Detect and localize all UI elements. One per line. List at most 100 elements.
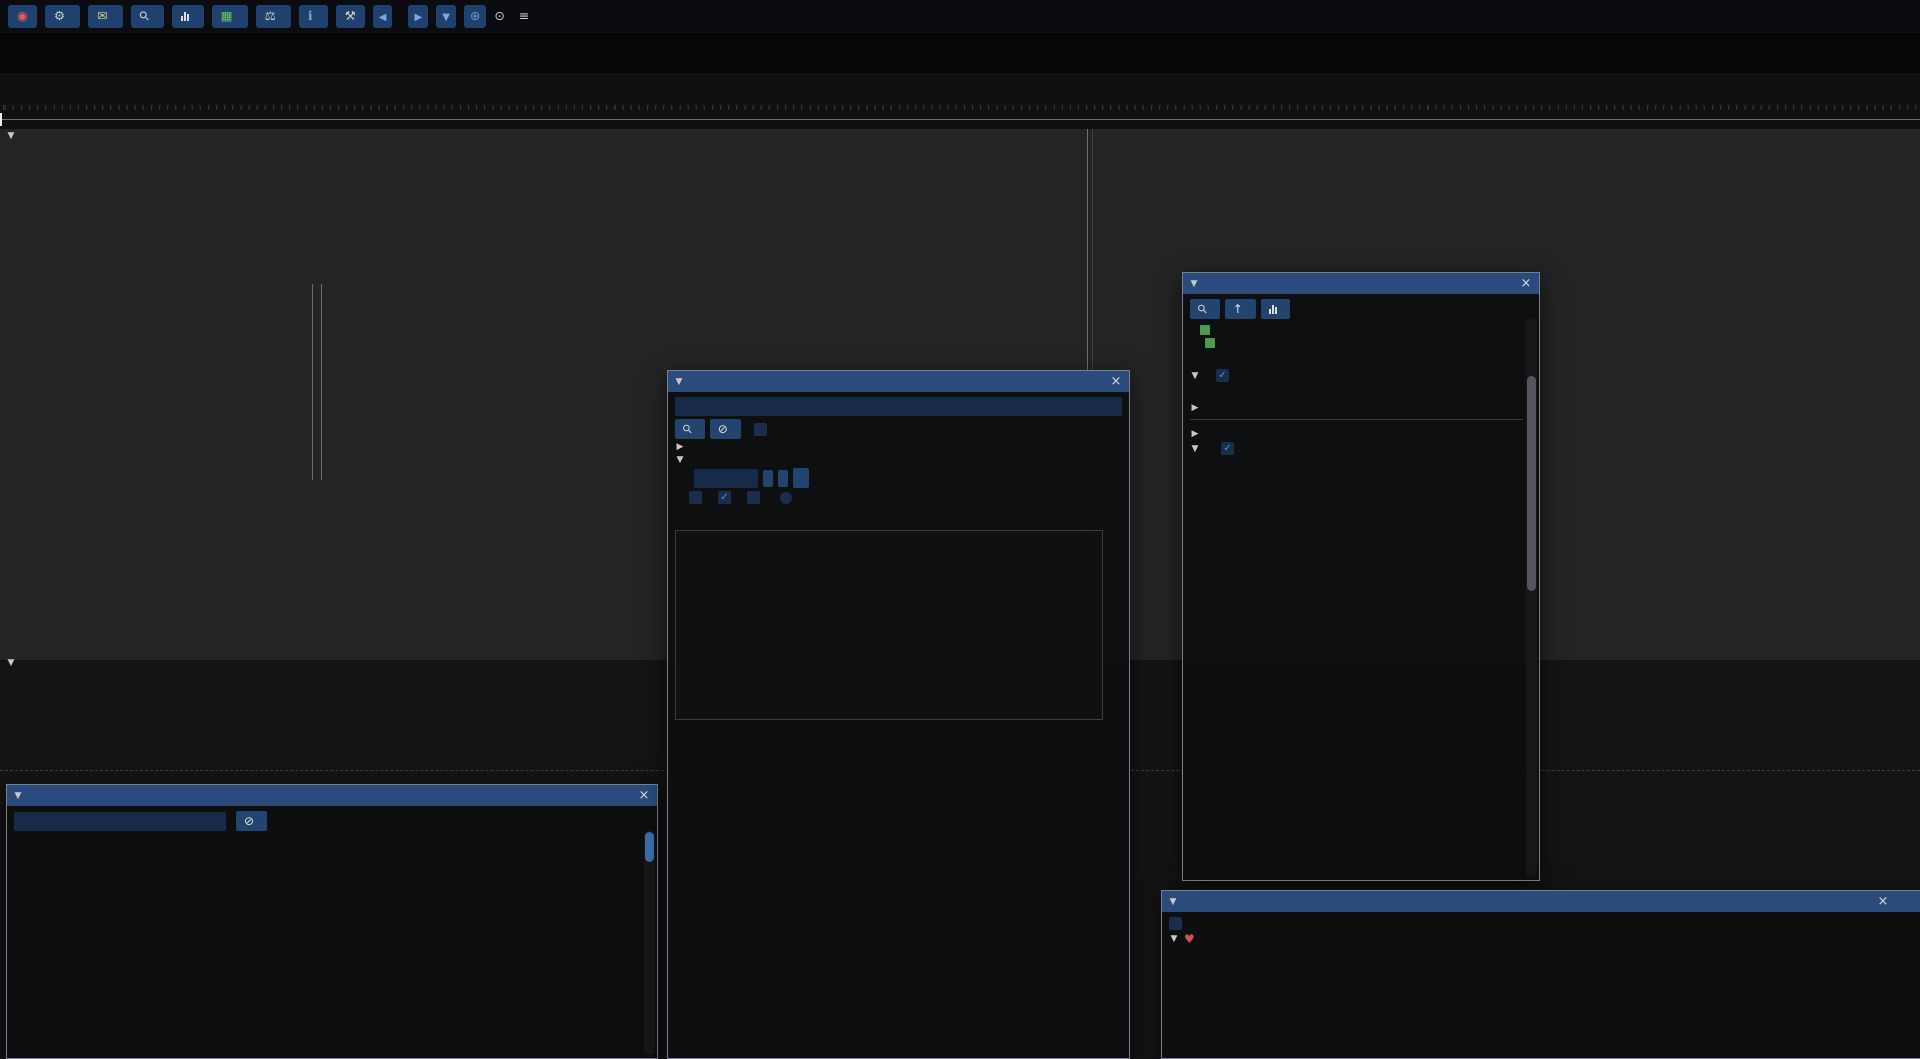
source-color-swatch (1200, 325, 1210, 335)
log-values-checkbox[interactable] (689, 491, 702, 504)
info-button[interactable] (299, 5, 328, 28)
heart-icon (1184, 933, 1195, 945)
search-icon (1198, 303, 1207, 315)
histogram-plot[interactable] (675, 530, 1103, 720)
frame-markers-row[interactable] (0, 110, 1920, 129)
collapse-icon[interactable] (1190, 444, 1200, 454)
frame-select-button[interactable] (436, 5, 456, 28)
collapse-icon[interactable] (675, 455, 685, 465)
zone-statistics-button[interactable] (1261, 299, 1290, 319)
relative-time-checkbox[interactable] (1216, 369, 1229, 382)
right-arrow-icon (414, 10, 422, 23)
time-ruler (0, 73, 1920, 111)
frame-overview-strip[interactable] (0, 33, 1920, 73)
list-icon (519, 10, 529, 23)
statistics-titlebar[interactable]: × (7, 785, 657, 806)
zone-begin-marker (312, 284, 313, 480)
collapse-icon[interactable] (1189, 279, 1199, 289)
zone-end-marker (321, 284, 322, 480)
bar-chart-icon (1269, 304, 1277, 314)
cpu-usage-graph (0, 142, 1920, 172)
left-arrow-icon (379, 10, 387, 23)
frame-line (0, 119, 1920, 120)
capture-time (519, 10, 535, 23)
collapse-icon[interactable] (1190, 403, 1200, 413)
power-icon (17, 10, 28, 23)
zone-info-window: × (1182, 272, 1540, 881)
crosshair-icon (470, 10, 480, 23)
increase-button[interactable] (778, 470, 788, 487)
search-icon (140, 10, 149, 23)
scrollbar-thumb[interactable] (645, 832, 654, 862)
compare-icon (265, 10, 276, 23)
goto-frame-button[interactable] (464, 5, 486, 28)
collapse-icon (6, 131, 16, 141)
close-icon[interactable]: × (1109, 374, 1123, 389)
memory-button[interactable] (212, 5, 248, 28)
compare-button[interactable] (256, 5, 291, 28)
scrollbar[interactable] (644, 830, 655, 1055)
up-arrow-icon (1233, 303, 1243, 315)
collapse-icon[interactable] (1168, 897, 1178, 907)
thread-color-swatch (1205, 338, 1215, 348)
self-time-checkbox[interactable] (780, 492, 792, 504)
messages-icon (97, 10, 107, 23)
decrease-button[interactable] (763, 470, 773, 487)
find-zone-button[interactable] (131, 5, 164, 28)
tools-icon (345, 10, 356, 23)
statistics-window: × (6, 784, 658, 1059)
cpu-data-header[interactable] (6, 131, 22, 141)
search-icon (683, 423, 692, 435)
down-arrow-icon (442, 10, 450, 23)
memory-icon (221, 10, 233, 23)
clear-button[interactable] (710, 419, 741, 439)
collapse-icon[interactable] (1169, 934, 1179, 944)
bar-chart-icon (181, 11, 189, 21)
viewport-time (494, 10, 510, 23)
go-to-parent-button[interactable] (1225, 299, 1256, 319)
histogram-axis (675, 723, 1101, 737)
find-zone-titlebar[interactable]: × (668, 371, 1129, 392)
power-button[interactable] (8, 5, 37, 28)
messages-button[interactable] (88, 5, 122, 28)
collapse-icon[interactable] (13, 791, 23, 801)
collapse-icon[interactable] (1190, 429, 1200, 439)
memory-usage-header[interactable] (6, 658, 28, 668)
collapse-icon[interactable] (675, 442, 685, 452)
ignore-case-checkbox[interactable] (754, 423, 767, 436)
eye-icon (494, 10, 504, 23)
reset-button[interactable] (793, 468, 809, 488)
collapse-icon[interactable] (1190, 371, 1200, 381)
min-bin-input[interactable] (694, 469, 758, 488)
memory-window: × (1161, 890, 1920, 1059)
ban-icon (718, 423, 728, 435)
search-input[interactable] (675, 397, 1122, 416)
find-button[interactable] (675, 419, 705, 439)
collapse-icon (6, 658, 16, 668)
toolbar (0, 0, 1920, 32)
collapse-icon[interactable] (674, 377, 684, 387)
close-icon[interactable]: × (1519, 276, 1533, 291)
scrollbar-thumb[interactable] (1527, 376, 1536, 591)
close-icon[interactable]: × (1876, 894, 1890, 909)
memory-titlebar[interactable]: × (1162, 891, 1920, 912)
next-frame-button[interactable] (408, 5, 428, 28)
scrollbar[interactable] (1526, 318, 1537, 877)
group-children-checkbox[interactable] (1221, 442, 1234, 455)
cumulate-time-checkbox[interactable] (747, 491, 760, 504)
filter-zones-input[interactable] (14, 812, 226, 831)
statistics-button[interactable] (172, 5, 204, 28)
separator (1190, 419, 1523, 420)
zone-info-titlebar[interactable]: × (1183, 273, 1539, 294)
log-time-checkbox[interactable] (718, 491, 731, 504)
ban-icon (244, 815, 254, 827)
info-icon (308, 10, 313, 23)
close-icon[interactable]: × (637, 788, 651, 803)
options-button[interactable] (45, 5, 80, 28)
restrict-time-checkbox[interactable] (1169, 917, 1182, 930)
zoom-to-zone-button[interactable] (1190, 299, 1220, 319)
clear-filter-button[interactable] (236, 811, 267, 831)
prev-frame-button[interactable] (373, 5, 393, 28)
find-zone-window: × (667, 370, 1130, 1059)
tools-button[interactable] (336, 5, 365, 28)
